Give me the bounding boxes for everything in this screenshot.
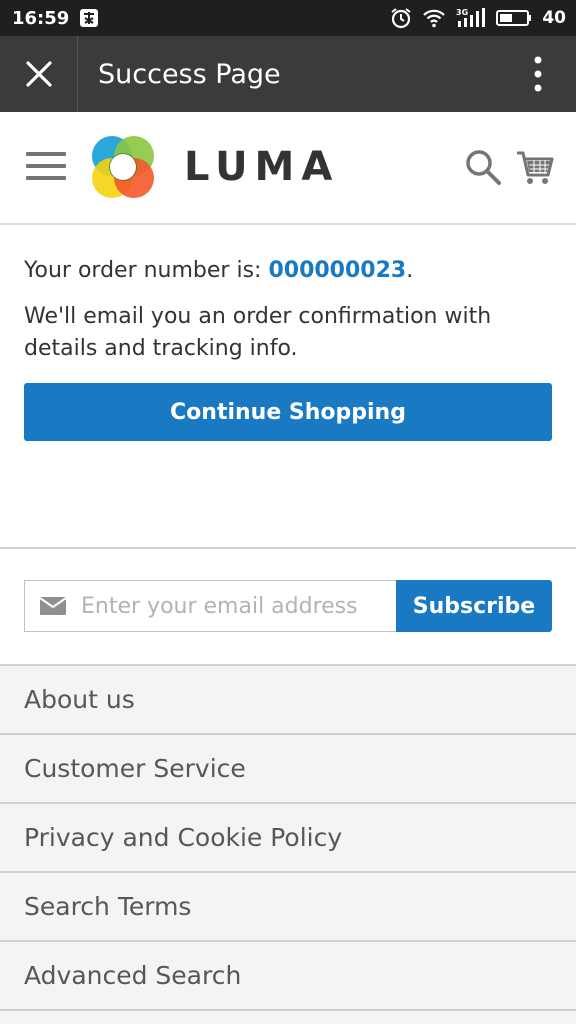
menu-toggle-button[interactable] [26,152,66,182]
checkout-success: Your order number is: 000000023. We'll e… [24,225,552,441]
footer-link-privacy-policy[interactable]: Privacy and Cookie Policy [0,804,576,873]
logo-text: LUMA [184,144,340,190]
newsletter-email-input[interactable] [81,593,396,619]
page-title: Success Page [98,58,281,90]
search-icon [466,150,501,185]
luma-logo-icon [92,136,154,198]
app-bar: Success Page [0,36,576,112]
cart-icon [517,151,554,184]
close-button[interactable] [0,36,78,112]
order-number-line: Your order number is: 000000023. [24,258,552,283]
footer-link-search-terms[interactable]: Search Terms [0,873,576,942]
order-number-prefix: Your order number is: [24,258,269,283]
cart-button[interactable] [515,148,555,188]
signal-icon: 3G [456,7,486,29]
newsletter-form: Subscribe [24,580,552,632]
status-bar: 16:59 3G 40 [0,0,576,36]
more-options-button[interactable] [500,36,576,112]
more-vertical-icon [534,56,542,92]
mail-icon [25,597,81,615]
footer-links: About us Customer Service Privacy and Co… [0,664,576,1024]
section-divider [0,547,576,549]
svg-text:3G: 3G [456,8,468,17]
status-time: 16:59 [12,7,70,29]
luma-logo-link[interactable]: LUMA [88,132,339,202]
menu-icon-bar [26,176,66,180]
subscribe-button[interactable]: Subscribe [396,580,552,632]
order-number-link[interactable]: 000000023 [268,258,406,283]
continue-shopping-button[interactable]: Continue Shopping [24,383,552,441]
footer-link-advanced-search[interactable]: Advanced Search [0,942,576,1011]
battery-level: 40 [542,8,566,28]
footer-link-customer-service[interactable]: Customer Service [0,735,576,804]
search-button[interactable] [464,148,502,186]
newsletter-field [24,580,396,632]
site-header: LUMA [0,112,576,225]
alarm-icon [390,7,412,29]
wifi-icon [422,8,446,28]
battery-icon [496,8,532,28]
close-icon [25,61,52,87]
confirmation-note: We'll email you an order confirmation wi… [24,304,492,361]
menu-icon-bar [26,164,66,168]
app-notification-icon [79,8,99,28]
order-number-suffix: . [406,258,414,283]
menu-icon-bar [26,152,66,156]
footer-link-about-us[interactable]: About us [0,666,576,735]
